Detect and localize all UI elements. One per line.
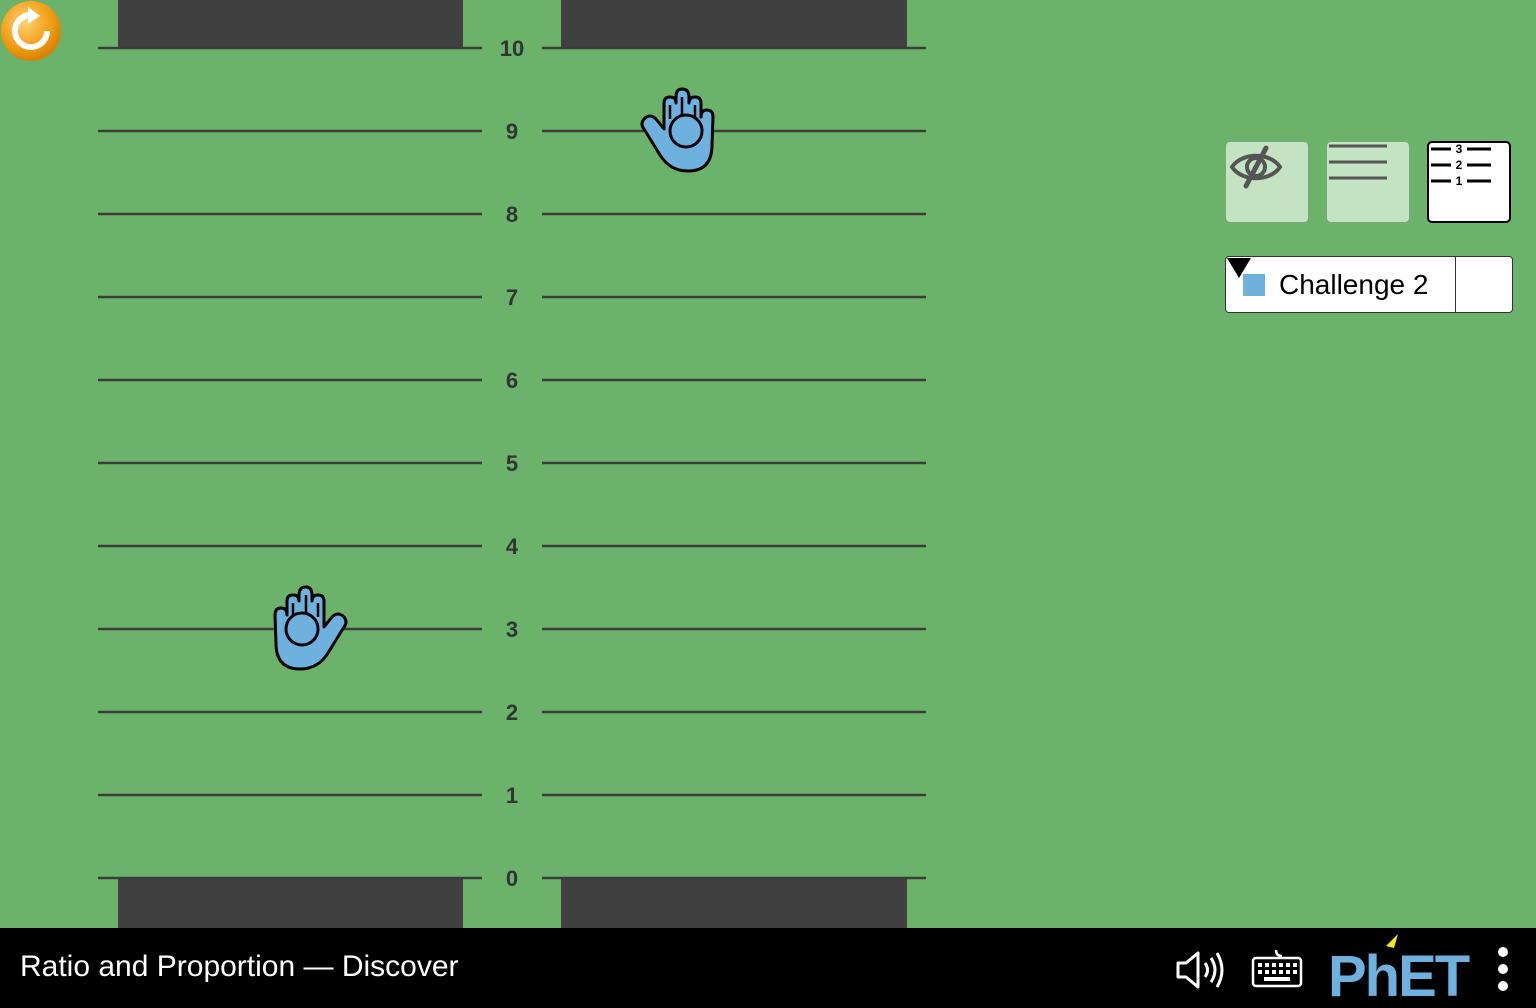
left-hand-icon-target-circle (284, 611, 320, 647)
tick-label: 6 (506, 368, 518, 393)
triangle-down-icon (1227, 258, 1251, 278)
sim-title: Ratio and Proportion — Discover (20, 950, 459, 983)
more-options-icon[interactable] (1494, 946, 1512, 992)
gridlines-button[interactable] (1326, 141, 1410, 223)
tick-marks-button[interactable]: 3 2 1 (1427, 141, 1511, 223)
tick-label: 5 (506, 451, 518, 476)
tick-label: 3 (506, 617, 518, 642)
challenge-combo-label: Challenge 2 (1279, 268, 1429, 300)
left-hand-icon[interactable] (273, 585, 348, 671)
play-area: 0 1 2 3 4 5 6 7 8 9 10 3 2 1 Challenge 2 (0, 0, 1536, 928)
tick-label: 2 (506, 700, 518, 725)
tick-label: 10 (500, 36, 524, 61)
right-top-cap (561, 0, 907, 48)
gridlines-icon (1329, 144, 1387, 180)
svg-text:3: 3 (1456, 143, 1463, 156)
keyboard-icon[interactable] (1250, 946, 1304, 990)
visibility-toggle-button[interactable] (1225, 141, 1309, 223)
tick-label: 8 (506, 202, 518, 227)
phet-logo[interactable]: PhET (1326, 932, 1486, 1004)
tick-label: 1 (506, 783, 518, 808)
tick-label: 0 (506, 866, 518, 891)
tick-labels: 0 1 2 3 4 5 6 7 8 9 10 (500, 36, 524, 891)
svg-text:1: 1 (1456, 174, 1463, 187)
left-top-cap (118, 0, 463, 48)
ratio-scale: 0 1 2 3 4 5 6 7 8 9 10 (98, 0, 926, 928)
left-bottom-cap (118, 878, 463, 928)
svg-text:2: 2 (1456, 158, 1463, 172)
navigation-bar: Ratio and Proportion — Discover PhET (0, 928, 1536, 1008)
tick-label: 7 (506, 285, 518, 310)
sound-icon[interactable] (1174, 948, 1228, 992)
numbered-tick-marks-icon: 3 2 1 (1431, 143, 1491, 187)
challenge-combo-box[interactable]: Challenge 2 (1225, 256, 1513, 313)
right-hand-icon[interactable] (640, 87, 715, 173)
right-bottom-cap (561, 878, 907, 928)
tick-label: 9 (506, 119, 518, 144)
reset-all-button[interactable] (0, 0, 62, 62)
right-hand-icon-target-circle (668, 113, 704, 149)
combo-dropdown-arrow[interactable] (1227, 257, 1512, 312)
eye-slash-icon (1229, 145, 1283, 189)
tick-label: 4 (506, 534, 519, 559)
svg-text:PhET: PhET (1328, 944, 1470, 1004)
